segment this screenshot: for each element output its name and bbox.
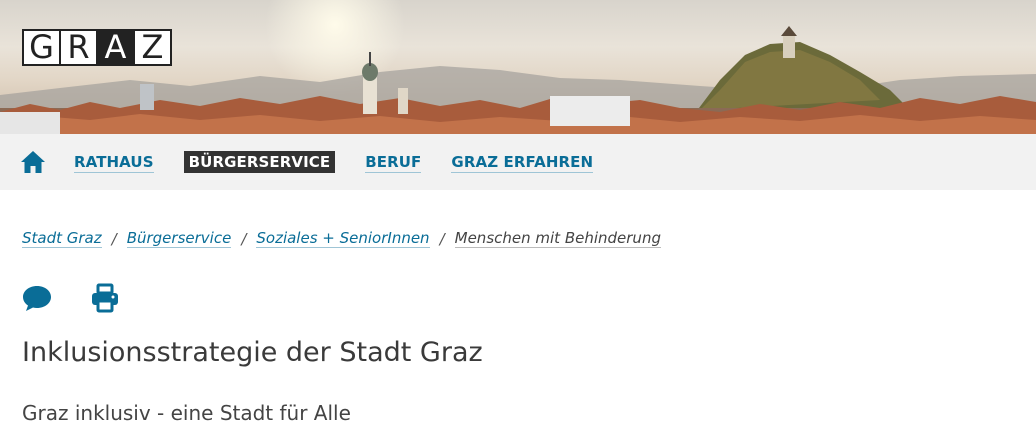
nav-item-buergerservice[interactable]: BÜRGERSERVICE (183, 151, 336, 173)
breadcrumb: Stadt Graz / Bürgerservice / Soziales + … (22, 229, 661, 248)
breadcrumb-separator: / (439, 229, 445, 248)
speech-bubble-icon[interactable] (22, 283, 52, 313)
header-banner: G R A Z (0, 0, 1036, 134)
breadcrumb-link-soziales[interactable]: Soziales + SeniorInnen (256, 229, 430, 248)
breadcrumb-separator: / (241, 229, 247, 248)
logo-letter: A (98, 31, 135, 64)
logo-letter: Z (141, 28, 164, 66)
city-panorama-image (0, 0, 1036, 134)
breadcrumb-link-stadt-graz[interactable]: Stadt Graz (22, 229, 102, 248)
page-tools (22, 283, 120, 313)
breadcrumb-current-page: Menschen mit Behinderung (454, 229, 661, 248)
nav-item-graz-erfahren[interactable]: GRAZ ERFAHREN (451, 151, 594, 173)
logo-letter: G (24, 31, 61, 64)
nav-item-rathaus[interactable]: RATHAUS (74, 151, 154, 173)
breadcrumb-link-buergerservice[interactable]: Bürgerservice (126, 229, 232, 248)
main-navigation: RATHAUS BÜRGERSERVICE BERUF GRAZ ERFAHRE… (0, 134, 1036, 190)
nav-item-beruf[interactable]: BERUF (365, 151, 422, 173)
page-title: Inklusionsstrategie der Stadt Graz (22, 337, 483, 368)
printer-icon[interactable] (90, 283, 120, 313)
logo-letter: R (61, 31, 98, 64)
home-icon[interactable] (20, 150, 46, 174)
page-subtitle: Graz inklusiv - eine Stadt für Alle (22, 401, 351, 425)
breadcrumb-separator: / (111, 229, 117, 248)
graz-logo[interactable]: G R A Z (22, 29, 172, 66)
